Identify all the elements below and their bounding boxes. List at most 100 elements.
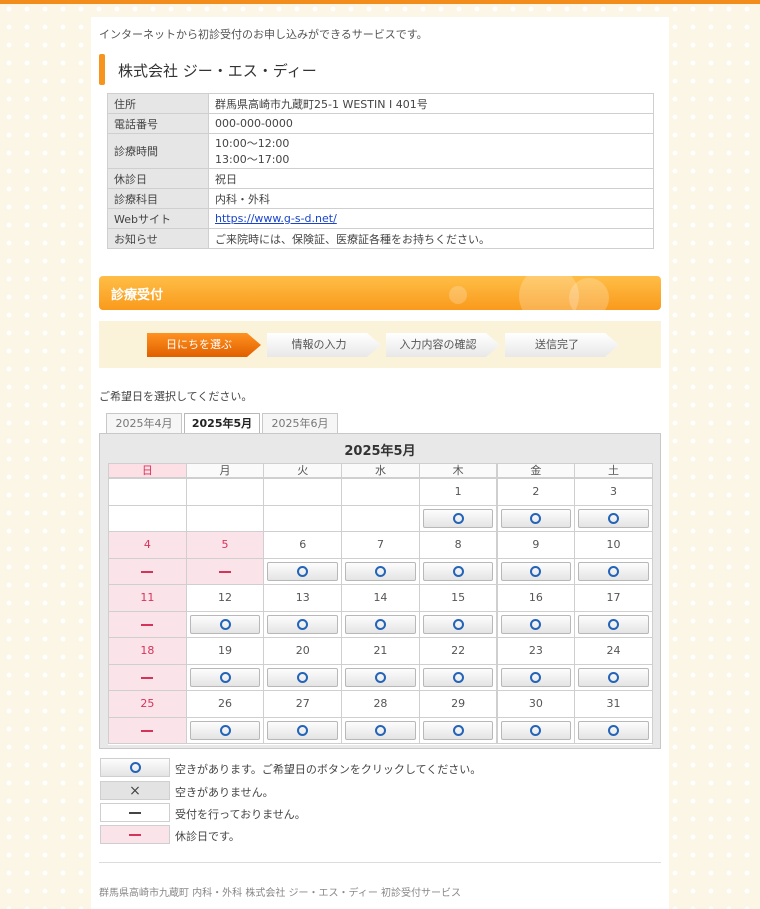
book-day-button[interactable]	[500, 562, 572, 581]
empty-day-cell	[185, 478, 265, 532]
weekday-header: 日	[108, 463, 187, 478]
available-circle-icon	[374, 725, 386, 736]
day-number: 18	[140, 644, 155, 657]
info-value: 祝日	[208, 168, 654, 189]
cell-divider	[186, 611, 264, 612]
reception-section-header: 診療受付	[99, 276, 661, 310]
holiday-dash-icon	[141, 624, 154, 626]
holiday-dash-icon	[141, 677, 154, 679]
book-day-button[interactable]	[345, 668, 416, 687]
legend-swatch-closed	[100, 803, 170, 822]
legend-swatch-full: ×	[100, 781, 170, 800]
book-day-button[interactable]	[500, 668, 572, 687]
info-label: お知らせ	[107, 228, 209, 249]
day-number: 20	[295, 644, 310, 657]
available-circle-icon	[297, 672, 309, 683]
cell-divider	[575, 505, 652, 506]
cell-divider	[109, 611, 186, 612]
book-day-button[interactable]	[189, 721, 261, 740]
available-circle-icon	[530, 725, 542, 736]
day-number: 23	[528, 644, 543, 657]
website-link[interactable]: https://www.g-s-d.net/	[215, 212, 337, 225]
calendar: 2025年5月 日月火水木金土 1 2 3 4 5 6 7 8 9 10 11 12 13 14 15 16 17…	[99, 433, 661, 749]
day-cell: 28	[341, 690, 420, 744]
day-number: 7	[376, 538, 384, 551]
cell-divider	[575, 611, 652, 612]
cell-divider	[342, 505, 419, 506]
cell-divider	[109, 505, 186, 506]
info-row-website: Webサイト https://www.g-s-d.net/	[107, 208, 654, 229]
book-day-button[interactable]	[578, 562, 649, 581]
info-row-notice: お知らせ ご来院時には、保険証、医療証各種をお持ちください。	[107, 228, 654, 249]
cell-divider	[186, 558, 264, 559]
cell-divider	[342, 717, 419, 718]
progress-steps: 日にちを選ぶ 情報の入力 入力内容の確認 送信完了	[99, 321, 661, 368]
book-day-button[interactable]	[267, 721, 339, 740]
book-day-button[interactable]	[578, 668, 649, 687]
cell-divider	[497, 505, 575, 506]
cell-divider	[186, 717, 264, 718]
calendar-grid: 日月火水木金土 1 2 3 4 5 6 7 8 9 10 11 12 13 14 15 16 17 18 19 20 21…	[108, 463, 653, 745]
info-row-phone: 電話番号 000-000-0000	[107, 113, 654, 134]
day-cell: 7	[341, 531, 420, 585]
day-cell: 21	[341, 637, 420, 691]
available-circle-icon	[452, 619, 464, 630]
cell-divider	[419, 558, 497, 559]
cell-divider	[186, 664, 264, 665]
legend-text: 受付を行っておりません。	[175, 808, 306, 821]
cell-divider	[342, 664, 419, 665]
available-circle-icon	[452, 566, 464, 577]
book-day-button[interactable]	[500, 721, 572, 740]
day-number: 1	[454, 485, 462, 498]
book-day-button[interactable]	[422, 668, 494, 687]
day-number: 15	[451, 591, 466, 604]
available-circle-icon	[374, 672, 386, 683]
info-row-address: 住所 群馬県高崎市九蔵町25-1 WESTIN Ⅰ 401号	[107, 93, 654, 114]
day-number: 28	[373, 697, 388, 710]
book-day-button[interactable]	[345, 615, 416, 634]
tab-may[interactable]: 2025年5月	[184, 413, 260, 435]
available-circle-icon	[297, 725, 309, 736]
legend-text: 空きがあります。ご希望日のボタンをクリックしてください。	[175, 763, 482, 776]
book-day-button[interactable]	[500, 509, 572, 528]
day-cell: 22	[418, 637, 498, 691]
info-row-closed: 休診日 祝日	[107, 168, 654, 189]
book-day-button[interactable]	[189, 615, 261, 634]
tab-june[interactable]: 2025年6月	[262, 413, 338, 434]
tab-april[interactable]: 2025年4月	[106, 413, 182, 434]
book-day-button[interactable]	[267, 615, 339, 634]
day-number: 30	[528, 697, 543, 710]
book-day-button[interactable]	[345, 562, 416, 581]
full-cross-icon: ×	[129, 783, 141, 799]
book-day-button[interactable]	[422, 562, 494, 581]
book-day-button[interactable]	[578, 615, 649, 634]
day-cell: 14	[341, 584, 420, 638]
day-number: 21	[373, 644, 388, 657]
info-value: 群馬県高崎市九蔵町25-1 WESTIN Ⅰ 401号	[208, 93, 654, 114]
book-day-button[interactable]	[345, 721, 416, 740]
day-number: 12	[218, 591, 233, 604]
book-day-button[interactable]	[422, 721, 494, 740]
book-day-button[interactable]	[578, 509, 649, 528]
calendar-title: 2025年5月	[344, 444, 416, 459]
day-cell: 19	[185, 637, 265, 691]
day-cell: 6	[263, 531, 343, 585]
book-day-button[interactable]	[422, 509, 494, 528]
available-circle-icon	[608, 672, 620, 683]
footer-divider	[99, 862, 661, 863]
weekday-header: 土	[574, 463, 653, 478]
book-day-button[interactable]	[500, 615, 572, 634]
decor-bubble	[449, 286, 467, 304]
cell-divider	[575, 717, 652, 718]
book-day-button[interactable]	[267, 668, 339, 687]
info-value: 10:00～12:00 13:00～17:00	[208, 133, 654, 169]
book-day-button[interactable]	[267, 562, 339, 581]
weekday-header: 金	[496, 463, 576, 478]
clinic-info-table: 住所 群馬県高崎市九蔵町25-1 WESTIN Ⅰ 401号 電話番号 000-…	[107, 93, 654, 249]
info-label: 住所	[107, 93, 209, 114]
book-day-button[interactable]	[422, 615, 494, 634]
book-day-button[interactable]	[189, 668, 261, 687]
hours-afternoon: 13:00～17:00	[215, 153, 290, 166]
book-day-button[interactable]	[578, 721, 649, 740]
day-cell: 11	[108, 584, 187, 638]
